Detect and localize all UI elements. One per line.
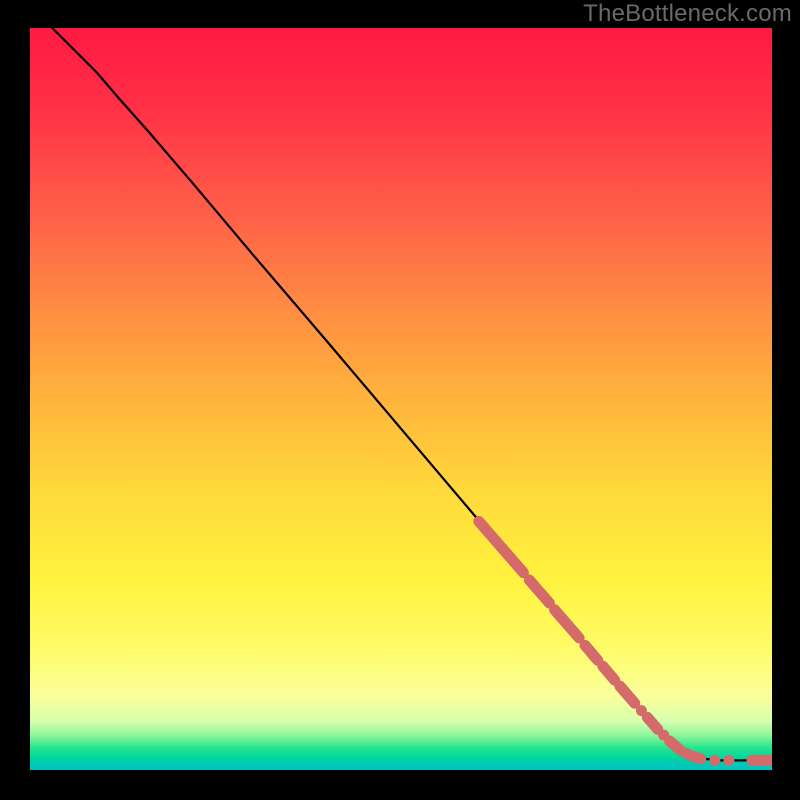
curve-marker-segment bbox=[479, 521, 524, 572]
curve-marker-segment bbox=[670, 741, 680, 750]
curve-line bbox=[52, 28, 772, 760]
curve-marker-segment bbox=[603, 666, 615, 680]
curve-markers bbox=[479, 521, 772, 765]
curve-marker-segment bbox=[647, 717, 657, 729]
watermark-text: TheBottleneck.com bbox=[583, 0, 792, 28]
curve-marker-segment bbox=[529, 580, 549, 603]
curve-marker-dot bbox=[709, 755, 720, 766]
chart-canvas: TheBottleneck.com bbox=[0, 0, 800, 800]
curve-marker-segment bbox=[585, 645, 598, 660]
chart-svg bbox=[30, 28, 772, 770]
curve-marker-segment bbox=[692, 756, 701, 759]
curve-marker-dot bbox=[723, 755, 734, 766]
curve-marker-segment bbox=[620, 686, 635, 703]
plot-area bbox=[30, 28, 772, 770]
curve-marker-segment bbox=[555, 610, 579, 638]
